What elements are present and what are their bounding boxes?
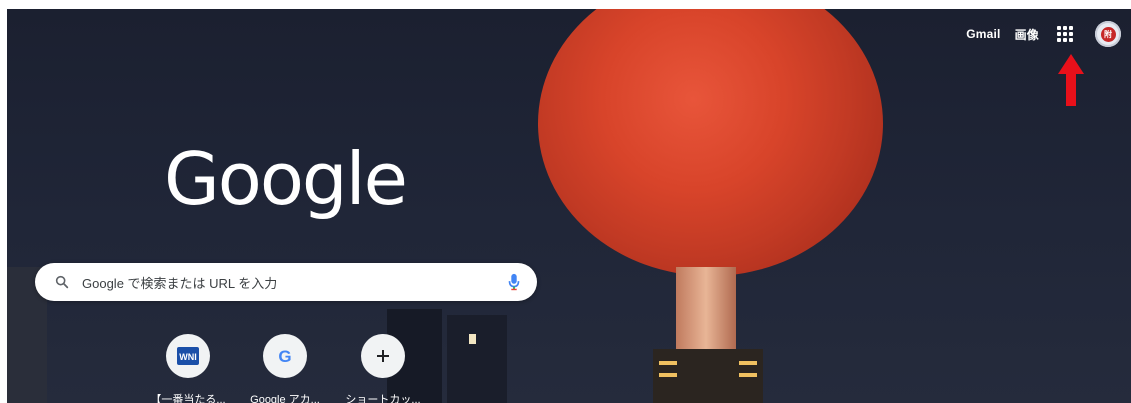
account-avatar[interactable]: 附: [1095, 21, 1121, 47]
shortcut-label: 【一番当たる...: [150, 394, 226, 403]
shortcut-label: Google アカ...: [250, 394, 320, 403]
moon-background-image: [538, 9, 883, 276]
window-light: [659, 373, 677, 377]
apps-dot: [1063, 32, 1067, 36]
shortcut-icon-wrapper: WNI: [166, 334, 210, 378]
apps-grid-icon[interactable]: [1053, 22, 1077, 46]
plus-icon: [377, 350, 389, 362]
svg-text:G: G: [278, 347, 291, 365]
new-tab-page: Gmail 画像 附 Google Google で検索または URL を入力: [7, 9, 1131, 403]
building-center: [447, 315, 507, 403]
google-g-icon: G: [278, 347, 291, 365]
add-shortcut-tile[interactable]: ショートカッ...: [337, 334, 429, 403]
red-arrow-annotation: [1058, 54, 1084, 106]
apps-dot: [1063, 38, 1067, 42]
shortcut-tile[interactable]: WNI 【一番当たる...: [142, 334, 234, 403]
google-logo: Google: [164, 137, 408, 221]
gmail-link[interactable]: Gmail: [966, 27, 1000, 41]
shortcut-label: ショートカッ...: [345, 394, 421, 403]
microphone-icon[interactable]: [507, 273, 521, 291]
apps-dot: [1063, 26, 1067, 30]
window-light: [659, 361, 677, 365]
search-input[interactable]: Google で検索または URL を入力: [82, 273, 507, 292]
apps-dot: [1057, 32, 1061, 36]
window-light: [739, 373, 757, 377]
svg-text:WNI: WNI: [179, 352, 197, 362]
shortcut-tile[interactable]: G Google アカ...: [239, 334, 331, 403]
window-light: [739, 361, 757, 365]
apps-dot: [1069, 32, 1073, 36]
apps-dot: [1069, 26, 1073, 30]
apps-dot: [1069, 38, 1073, 42]
top-bar: Gmail 画像 附: [966, 19, 1131, 49]
images-link[interactable]: 画像: [1015, 26, 1039, 43]
search-box[interactable]: Google で検索または URL を入力: [35, 263, 537, 301]
wni-icon: WNI: [177, 347, 199, 365]
window-light: [469, 334, 476, 344]
search-icon: [55, 275, 69, 289]
apps-dot: [1057, 26, 1061, 30]
apps-dot: [1057, 38, 1061, 42]
shortcut-icon-wrapper: [361, 334, 405, 378]
avatar-badge: 附: [1100, 26, 1116, 42]
shortcut-icon-wrapper: G: [263, 334, 307, 378]
